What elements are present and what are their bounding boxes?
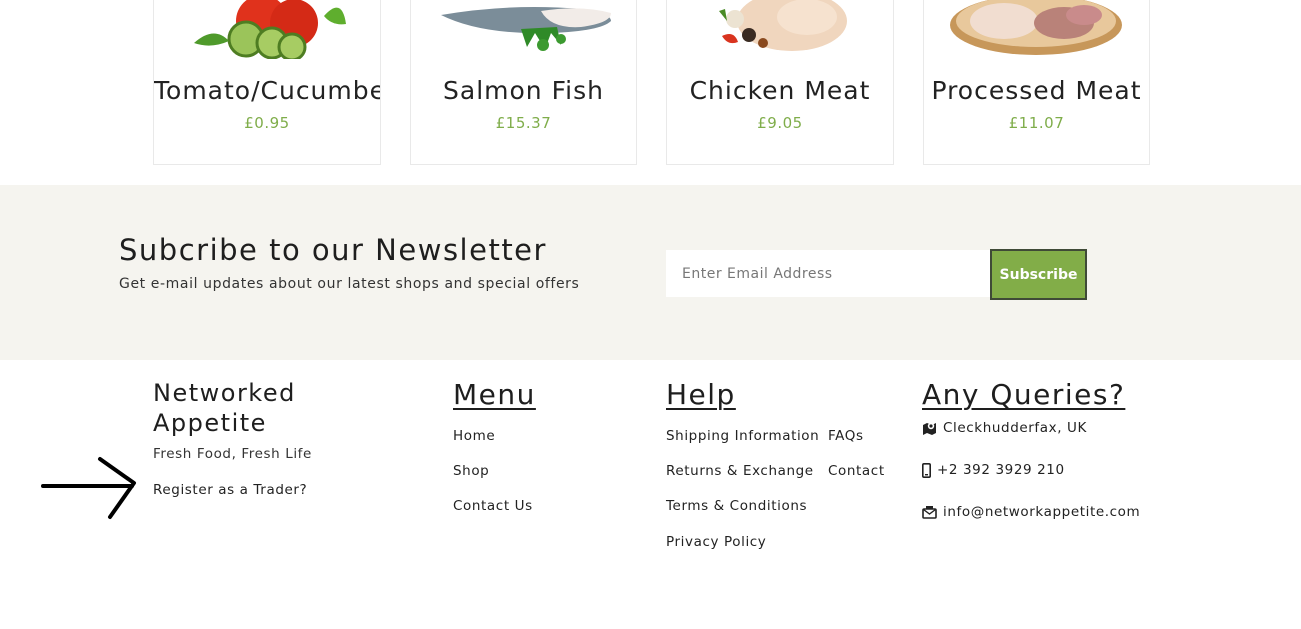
brand-line: Appetite [153, 409, 267, 437]
product-name[interactable]: Tomato/Cucumber [154, 76, 380, 105]
help-link-privacy[interactable]: Privacy Policy [666, 534, 766, 550]
map-icon [923, 422, 936, 435]
register-trader-link[interactable]: Register as a Trader? [153, 482, 307, 498]
phone-icon [922, 462, 931, 478]
help-link-returns[interactable]: Returns & Exchange [666, 463, 814, 479]
subscribe-button[interactable]: Subscribe [990, 249, 1087, 300]
processed-meat-image [950, 0, 1122, 55]
product-card[interactable]: Tomato/Cucumber £0.95 [153, 0, 381, 165]
salmon-fish-image [441, 7, 611, 51]
menu-heading: Menu [453, 378, 536, 411]
phone-info: +2 392 3929 210 [922, 462, 1065, 478]
product-name[interactable]: Processed Meat [924, 76, 1149, 105]
help-heading: Help [666, 378, 736, 411]
product-price: £11.07 [1008, 114, 1065, 132]
chicken-meat-image [719, 0, 847, 51]
brand-line: Networked [153, 379, 296, 407]
product-price: £15.37 [495, 114, 552, 132]
product-card[interactable]: Processed Meat £11.07 [923, 0, 1150, 165]
menu-link-shop[interactable]: Shop [453, 463, 489, 479]
product-price: £9.05 [757, 114, 803, 132]
newsletter-title: Subcribe to our Newsletter [119, 233, 547, 267]
menu-link-home[interactable]: Home [453, 428, 495, 444]
help-link-contact[interactable]: Contact [828, 463, 885, 479]
location-info: Cleckhudderfax, UK [922, 420, 1087, 436]
product-price: £0.95 [244, 114, 290, 132]
email-text[interactable]: info@networkappetite.com [943, 504, 1140, 520]
phone-text[interactable]: +2 392 3929 210 [937, 462, 1065, 478]
footer-brand: Networked Appetite [153, 378, 296, 438]
help-link-shipping[interactable]: Shipping Information [666, 428, 819, 444]
help-link-terms[interactable]: Terms & Conditions [666, 498, 807, 514]
newsletter-section: Subcribe to our Newsletter Get e-mail up… [0, 185, 1301, 360]
product-card[interactable]: Chicken Meat £9.05 [666, 0, 894, 165]
product-name[interactable]: Salmon Fish [411, 76, 636, 105]
tomato-cucumber-image [194, 0, 346, 59]
queries-heading: Any Queries? [922, 378, 1126, 411]
help-link-faqs[interactable]: FAQs [828, 428, 864, 444]
envelope-icon [922, 506, 937, 519]
arrow-annotation [41, 457, 136, 519]
product-name[interactable]: Chicken Meat [667, 76, 893, 105]
newsletter-subtitle: Get e-mail updates about our latest shop… [119, 276, 580, 292]
tagline: Fresh Food, Fresh Life [153, 446, 312, 462]
menu-link-contact-us[interactable]: Contact Us [453, 498, 533, 514]
location-text: Cleckhudderfax, UK [943, 420, 1087, 436]
email-field[interactable] [666, 250, 991, 297]
product-card[interactable]: Salmon Fish £15.37 [410, 0, 637, 165]
email-info: info@networkappetite.com [922, 504, 1140, 520]
